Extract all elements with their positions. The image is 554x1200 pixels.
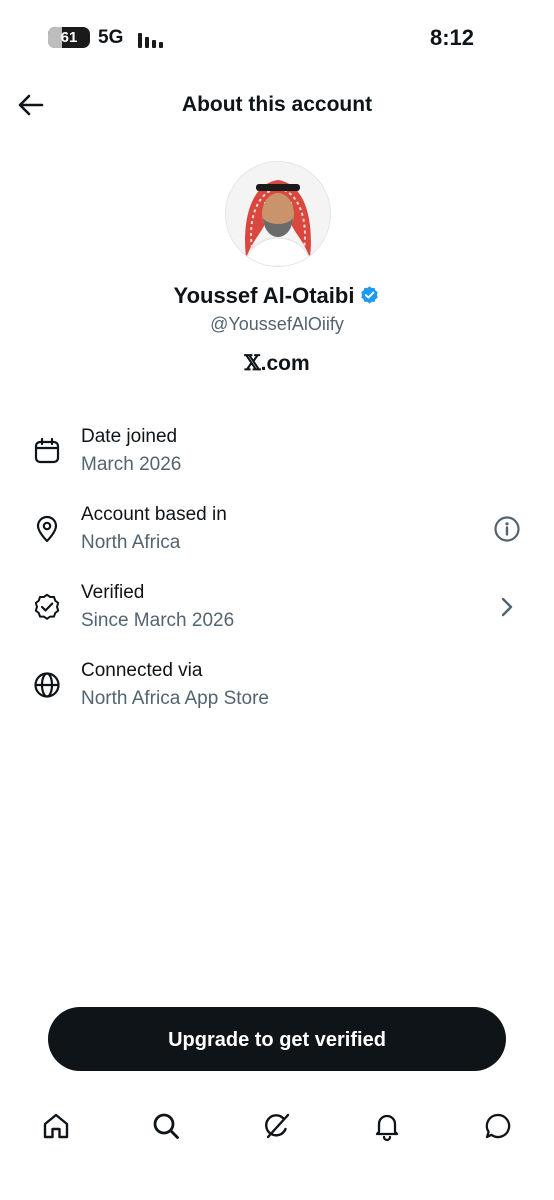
site-suffix: .com (260, 352, 310, 375)
detail-value: North Africa App Store (81, 688, 269, 709)
upgrade-to-verified-button[interactable]: Upgrade to get verified (48, 1007, 506, 1071)
avatar[interactable] (225, 161, 331, 267)
detail-label: Account based in (81, 504, 227, 525)
bell-icon (375, 1114, 399, 1142)
detail-value: Since March 2026 (81, 610, 235, 631)
nav-messages[interactable] (478, 1106, 518, 1146)
detail-label: Connected via (81, 660, 203, 681)
home-icon (43, 1113, 69, 1139)
profile-handle: @YoussefAlOiify (210, 314, 344, 334)
x-logo-glyph: 𝕏 (244, 350, 261, 375)
battery-level: 61 (60, 29, 78, 46)
calendar-icon (34, 437, 60, 464)
message-bubble-icon (485, 1113, 511, 1139)
site-link[interactable]: 𝕏.com (0, 348, 554, 379)
detail-value: March 2026 (81, 454, 182, 475)
info-button[interactable] (492, 514, 522, 544)
profile-name-text: Youssef Al-Otaibi (173, 283, 355, 308)
detail-value: North Africa (81, 532, 181, 553)
detail-label: Date joined (81, 426, 178, 447)
chevron-right-icon (501, 597, 513, 617)
grok-icon (265, 1113, 290, 1139)
nav-home[interactable] (36, 1106, 76, 1146)
verified-chevron-button[interactable] (492, 592, 522, 622)
nav-search[interactable] (146, 1106, 186, 1146)
info-icon (494, 516, 520, 542)
signal-bars-icon (138, 31, 164, 48)
status-bar: 61 5G 8:12 (0, 0, 554, 76)
page-title: About this account (181, 93, 373, 116)
detail-row-date-joined: Date joined March 2026 (0, 416, 554, 486)
nav-grok[interactable] (257, 1106, 297, 1146)
search-icon (153, 1113, 179, 1139)
bottom-nav (0, 1092, 554, 1158)
nav-notifications[interactable] (367, 1106, 407, 1146)
detail-row-account-based-in: Account based in North Africa (0, 494, 554, 564)
verified-badge-icon (361, 286, 379, 304)
header: About this account (0, 76, 554, 134)
detail-row-connected-via: Connected via North Africa App Store (0, 650, 554, 720)
location-pin-icon (36, 515, 58, 543)
network-type: 5G (98, 27, 124, 48)
detail-row-verified[interactable]: Verified Since March 2026 (0, 572, 554, 642)
globe-icon (34, 672, 60, 698)
avatar-image (226, 162, 330, 266)
status-time: 8:12 (429, 25, 474, 50)
detail-label: Verified (81, 582, 145, 603)
verified-badge-outline-icon (34, 593, 60, 620)
profile-name: Youssef Al-Otaibi (0, 280, 554, 312)
battery-icon: 61 (48, 27, 90, 48)
